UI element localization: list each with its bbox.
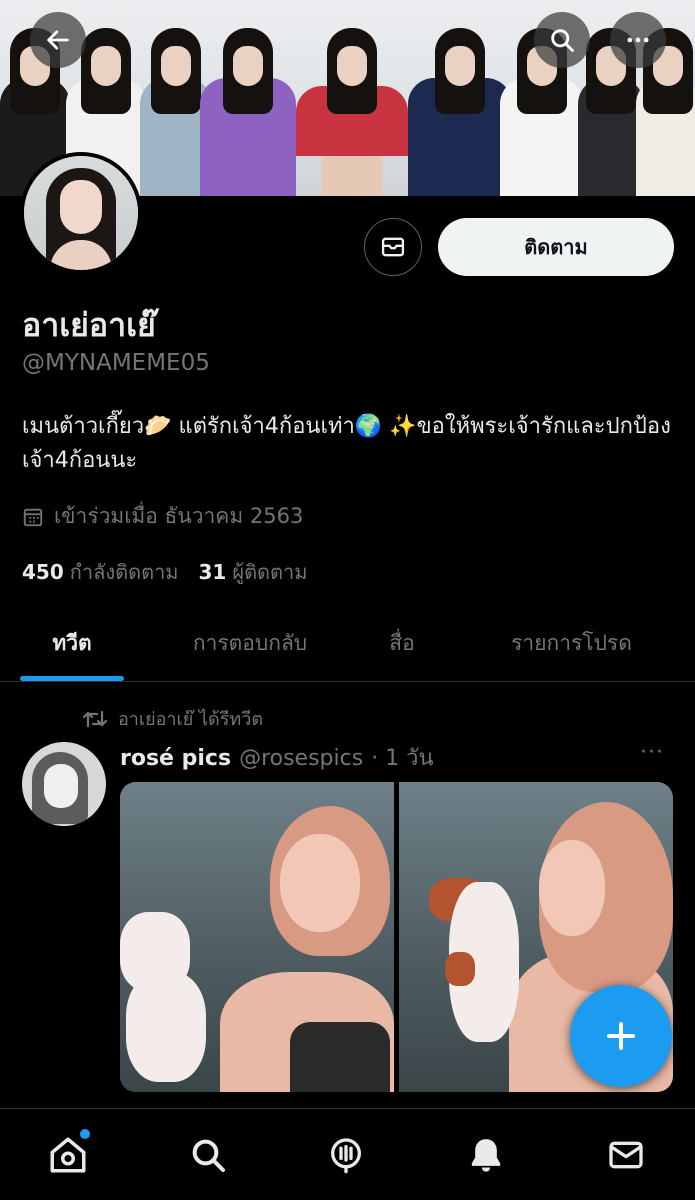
profile-tabs: ทวีต การตอบกลับ สื่อ รายการโปรด [0,606,695,682]
mail-icon [381,237,405,257]
tweet-media-image[interactable] [120,782,394,1092]
following-count: 450 [22,560,64,584]
spaces-icon [331,1138,361,1174]
tab-replies[interactable]: การตอบกลับ [144,606,356,681]
followers-link[interactable]: 31 ผู้ติดตาม [199,556,308,588]
search-button[interactable] [534,12,590,68]
banner-figure [200,6,296,196]
profile-avatar[interactable] [20,152,142,274]
nav-spaces[interactable] [324,1133,368,1177]
more-options-button[interactable] [610,12,666,68]
followers-count: 31 [198,560,227,584]
nav-home[interactable] [46,1133,90,1177]
followers-label: ผู้ติดตาม [232,560,308,584]
bottom-navigation [0,1108,695,1200]
display-name: อาเย่อาเย๊ [22,306,156,344]
compose-tweet-button[interactable] [570,985,672,1087]
join-date: เข้าร่วมเมื่อ ธันวาคม 2563 [22,500,303,533]
retweet-indicator: อาเย่อาเย๊ ได้รีทวีต [82,704,263,733]
user-handle: @MYNAMEME05 [22,350,210,376]
follow-button[interactable]: ติดตาม [438,218,674,276]
retweet-label: อาเย่อาเย๊ ได้รีทวีต [118,709,264,730]
arrow-left-icon [47,30,69,50]
tweet-author-name[interactable]: rosé pics [120,746,231,771]
tab-tweets[interactable]: ทวีต [0,606,144,681]
tweet-header: rosé pics @rosespics · 1 วัน [120,740,434,775]
follow-stats: 450 กำลังติดตาม 31 ผู้ติดตาม [22,556,307,588]
banner-figure [408,6,512,196]
tweet-timestamp[interactable]: · 1 วัน [371,740,433,775]
more-horizontal-icon [627,37,649,43]
tab-media[interactable]: สื่อ [356,606,448,681]
message-button[interactable] [364,218,422,276]
active-tab-indicator [20,676,124,681]
retweet-icon [82,710,108,727]
nav-search[interactable] [186,1133,230,1177]
search-icon [192,1139,225,1172]
nav-notifications[interactable] [464,1133,508,1177]
banner-figure [296,0,408,196]
unread-dot [80,1129,90,1139]
profile-bio: เมนต้าวเกี๊ยว🥟 แต่รักเจ้า4ก้อนเท่า🌍 ✨ขอใ… [22,414,671,473]
tweet-more-button[interactable]: ··· [640,740,664,765]
search-icon [551,29,574,52]
back-button[interactable] [30,12,86,68]
messages-icon [609,1141,643,1169]
tab-likes[interactable]: รายการโปรด [448,606,695,681]
following-label: กำลังติดตาม [69,560,179,584]
tweet-author-avatar[interactable] [22,742,106,826]
home-icon [50,1137,86,1173]
join-date-text: เข้าร่วมเมื่อ ธันวาคม 2563 [54,504,304,528]
calendar-icon [23,508,43,526]
nav-messages[interactable] [604,1133,648,1177]
notifications-icon [471,1139,501,1172]
plus-icon [607,1022,635,1050]
following-link[interactable]: 450 กำลังติดตาม [22,556,179,588]
tweet-author-handle[interactable]: @rosespics [239,746,363,771]
